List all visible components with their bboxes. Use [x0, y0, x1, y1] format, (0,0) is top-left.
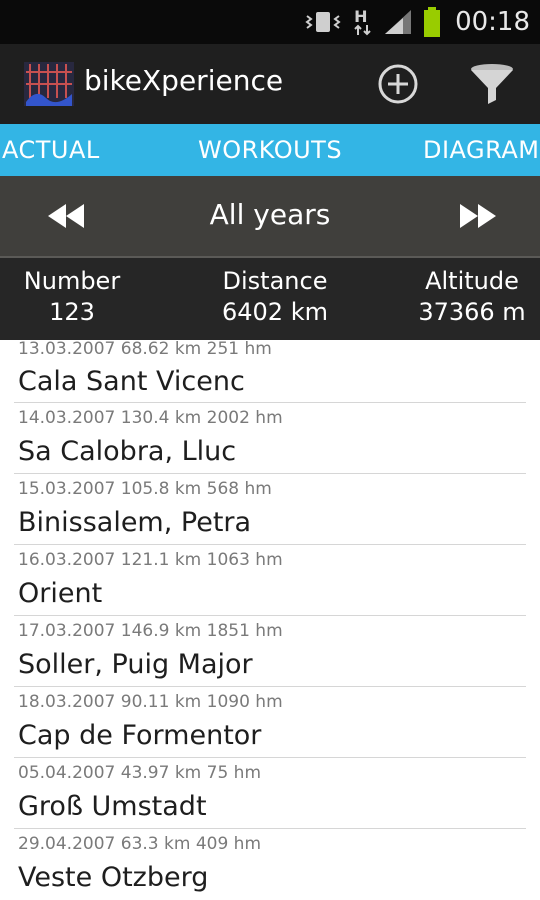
add-circle-icon	[378, 64, 418, 104]
stat-altitude: Altitude 37366 m	[412, 266, 532, 328]
workout-title[interactable]: Soller, Puig Major	[18, 649, 253, 680]
signal-icon	[385, 10, 412, 34]
workout-meta: 14.03.2007 130.4 km 2002 hm	[18, 408, 283, 428]
workout-list[interactable]: 13.03.2007 68.62 km 251 hm Cala Sant Vic…	[0, 340, 540, 900]
list-divider	[14, 828, 526, 829]
list-divider	[14, 402, 526, 403]
workout-title[interactable]: Cala Sant Vicenc	[18, 366, 245, 397]
app-logo-icon[interactable]	[22, 58, 76, 108]
workout-title[interactable]: Groß Umstadt	[18, 791, 207, 822]
tab-bar: ACTUAL WORKOUTS DIAGRAM	[0, 124, 540, 176]
list-divider	[14, 686, 526, 687]
altitude-label: Altitude	[425, 267, 519, 295]
workout-title[interactable]: Cap de Formentor	[18, 720, 261, 751]
battery-icon	[424, 7, 441, 37]
tab-actual[interactable]: ACTUAL	[2, 136, 100, 164]
filter-button[interactable]	[468, 60, 516, 108]
status-time: 00:18	[455, 7, 530, 37]
workout-meta: 05.04.2007 43.97 km 75 hm	[18, 763, 262, 783]
workout-meta: 17.03.2007 146.9 km 1851 hm	[18, 621, 283, 641]
workout-meta: 13.03.2007 68.62 km 251 hm	[18, 340, 272, 359]
workout-title[interactable]: Orient	[18, 578, 102, 609]
altitude-value: 37366 m	[418, 298, 526, 326]
stat-distance: Distance 6402 km	[200, 266, 350, 328]
status-icons: H 00:18	[305, 0, 530, 44]
action-bar: bikeXperience	[0, 44, 540, 125]
period-selector: All years	[0, 176, 540, 258]
stat-number: Number 123	[14, 266, 130, 328]
distance-label: Distance	[222, 267, 328, 295]
workout-meta: 29.04.2007 63.3 km 409 hm	[18, 834, 262, 854]
workout-title[interactable]: Sa Calobra, Lluc	[18, 436, 236, 467]
tab-workouts[interactable]: WORKOUTS	[198, 136, 342, 164]
list-divider	[14, 473, 526, 474]
workout-title[interactable]: Binissalem, Petra	[18, 507, 251, 538]
filter-funnel-icon	[471, 64, 513, 104]
list-divider	[14, 615, 526, 616]
number-value: 123	[49, 298, 95, 326]
workout-meta: 16.03.2007 121.1 km 1063 hm	[18, 550, 283, 570]
vibrate-icon	[305, 12, 341, 32]
workout-meta: 18.03.2007 90.11 km 1090 hm	[18, 692, 283, 712]
workout-meta: 15.03.2007 105.8 km 568 hm	[18, 479, 272, 499]
app-title: bikeXperience	[84, 64, 284, 97]
list-divider	[14, 757, 526, 758]
tab-diagram[interactable]: DIAGRAM	[423, 136, 539, 164]
workout-title[interactable]: Veste Otzberg	[18, 862, 208, 893]
distance-value: 6402 km	[222, 298, 328, 326]
summary-panel: Number 123 Distance 6402 km Altitude 373…	[0, 258, 540, 340]
number-label: Number	[23, 267, 121, 295]
next-period-button[interactable]	[450, 196, 506, 236]
network-h-icon: H	[351, 7, 373, 37]
add-workout-button[interactable]	[374, 60, 422, 108]
list-divider	[14, 544, 526, 545]
fast-forward-icon	[460, 204, 496, 228]
status-bar: H 00:18	[0, 0, 540, 44]
